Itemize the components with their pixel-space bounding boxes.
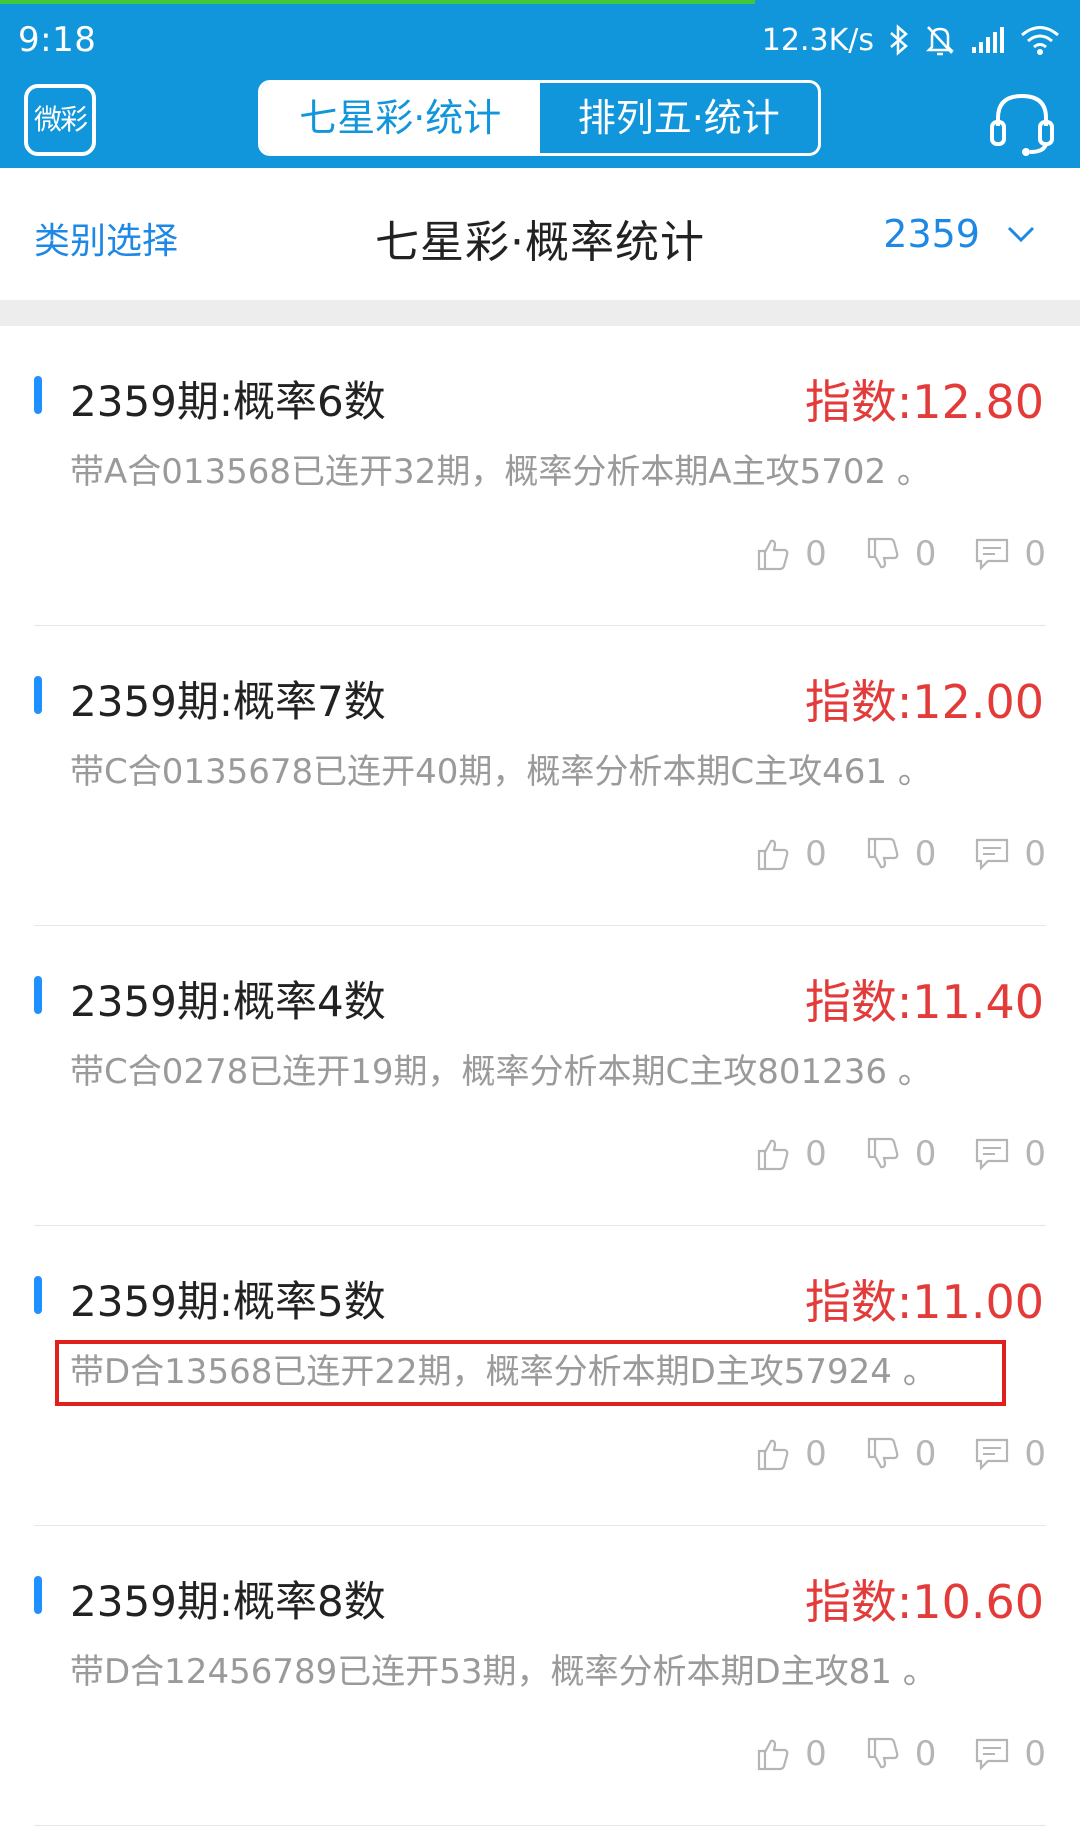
tab-pailiewu-stats[interactable]: 排列五·统计 bbox=[540, 83, 819, 153]
bluetooth-icon bbox=[890, 24, 908, 56]
mute-icon bbox=[925, 26, 955, 56]
thumbs-down-icon bbox=[867, 837, 899, 869]
item-index: 指数:10.60 bbox=[804, 1575, 1044, 1629]
list-item[interactable]: 2359期:概率7数 指数:12.00 带C合0135678已连开40期，概率分… bbox=[0, 626, 1080, 926]
item-accent-bar bbox=[34, 1576, 42, 1614]
comment-button[interactable]: 0 bbox=[974, 534, 1046, 574]
period-value: 2359 bbox=[883, 212, 980, 256]
comment-icon bbox=[976, 538, 1009, 571]
item-actions: 0 0 0 bbox=[755, 1732, 1046, 1776]
comment-button[interactable]: 0 bbox=[974, 1734, 1046, 1774]
tab-qixingcai-stats[interactable]: 七星彩·统计 bbox=[261, 83, 540, 153]
like-button[interactable]: 0 bbox=[755, 834, 827, 874]
comment-button[interactable]: 0 bbox=[974, 834, 1046, 874]
list-item[interactable]: 2359期:概率6数 指数:12.80 带A合013568已连开32期，概率分析… bbox=[0, 326, 1080, 626]
chevron-down-icon bbox=[1007, 226, 1035, 243]
top-header: 9:18 12.3K/s 微彩 七星彩·统计 排列五·统计 bbox=[0, 0, 1080, 168]
dislike-count: 0 bbox=[914, 834, 937, 874]
item-description: 带C合0278已连开19期，概率分析本期C主攻801236 。 bbox=[70, 1052, 932, 1092]
item-index: 指数:12.00 bbox=[804, 675, 1044, 729]
comment-count: 0 bbox=[1024, 1134, 1046, 1174]
item-description: 带D合12456789已连开53期，概率分析本期D主攻81 。 bbox=[70, 1652, 937, 1692]
item-index: 指数:11.40 bbox=[804, 975, 1044, 1029]
highlight-annotation-box bbox=[55, 1340, 1006, 1406]
status-indicators: 12.3K/s bbox=[762, 18, 1060, 62]
thumbs-down-icon bbox=[867, 1737, 899, 1769]
comment-icon bbox=[976, 1438, 1009, 1471]
list-item[interactable]: 2359期:概率4数 指数:11.40 带C合0278已连开19期，概率分析本期… bbox=[0, 926, 1080, 1226]
thumbs-down-icon bbox=[867, 1437, 899, 1469]
like-button[interactable]: 0 bbox=[755, 1734, 827, 1774]
item-index: 指数:11.00 bbox=[804, 1275, 1044, 1329]
net-speed: 12.3K/s bbox=[761, 22, 874, 58]
comment-button[interactable]: 0 bbox=[974, 1434, 1046, 1474]
dislike-button[interactable]: 0 bbox=[865, 534, 937, 574]
dislike-count: 0 bbox=[914, 1734, 937, 1774]
item-accent-bar bbox=[34, 976, 42, 1014]
comment-icon bbox=[976, 1738, 1009, 1771]
comment-count: 0 bbox=[1024, 534, 1046, 574]
item-description: 带C合0135678已连开40期，概率分析本期C主攻461 。 bbox=[70, 752, 932, 792]
status-time: 9:18 bbox=[18, 20, 97, 60]
dislike-count: 0 bbox=[914, 1134, 937, 1174]
item-accent-bar bbox=[34, 676, 42, 714]
dislike-count: 0 bbox=[914, 534, 937, 574]
sub-header: 类别选择 七星彩·概率统计 2359 bbox=[0, 168, 1080, 300]
app-logo[interactable]: 微彩 bbox=[24, 84, 96, 156]
item-actions: 0 0 0 bbox=[755, 1432, 1046, 1476]
like-button[interactable]: 0 bbox=[755, 534, 827, 574]
item-index: 指数:12.80 bbox=[804, 375, 1044, 429]
comment-count: 0 bbox=[1024, 1434, 1046, 1474]
like-button[interactable]: 0 bbox=[755, 1134, 827, 1174]
stats-list: 2359期:概率6数 指数:12.80 带A合013568已连开32期，概率分析… bbox=[0, 326, 1080, 1826]
like-count: 0 bbox=[805, 1734, 827, 1774]
item-title: 2359期:概率7数 bbox=[70, 677, 386, 726]
list-item[interactable]: 2359期:概率8数 指数:10.60 带D合12456789已连开53期，概率… bbox=[0, 1526, 1080, 1826]
item-accent-bar bbox=[34, 1276, 42, 1314]
thumbs-up-icon bbox=[757, 539, 789, 571]
dislike-button[interactable]: 0 bbox=[865, 1734, 937, 1774]
thumbs-up-icon bbox=[757, 1439, 789, 1471]
comment-count: 0 bbox=[1024, 1734, 1046, 1774]
thumbs-up-icon bbox=[757, 839, 789, 871]
item-actions: 0 0 0 bbox=[755, 532, 1046, 576]
dislike-button[interactable]: 0 bbox=[865, 1134, 937, 1174]
thumbs-up-icon bbox=[757, 1139, 789, 1171]
dislike-button[interactable]: 0 bbox=[865, 1434, 937, 1474]
item-actions: 0 0 0 bbox=[755, 1132, 1046, 1176]
status-bar: 9:18 12.3K/s bbox=[0, 4, 1080, 76]
thumbs-down-icon bbox=[867, 1137, 899, 1169]
headset-icon[interactable] bbox=[986, 86, 1058, 158]
like-count: 0 bbox=[805, 834, 827, 874]
dislike-count: 0 bbox=[914, 1434, 937, 1474]
comment-button[interactable]: 0 bbox=[974, 1134, 1046, 1174]
section-separator bbox=[0, 300, 1080, 326]
thumbs-down-icon bbox=[867, 537, 899, 569]
wifi-icon bbox=[1021, 26, 1059, 55]
like-button[interactable]: 0 bbox=[755, 1434, 827, 1474]
like-count: 0 bbox=[805, 534, 827, 574]
thumbs-up-icon bbox=[757, 1739, 789, 1771]
item-title: 2359期:概率4数 bbox=[70, 977, 386, 1026]
item-accent-bar bbox=[34, 376, 42, 414]
comment-count: 0 bbox=[1024, 834, 1046, 874]
item-actions: 0 0 0 bbox=[755, 832, 1046, 876]
dislike-button[interactable]: 0 bbox=[865, 834, 937, 874]
lottery-tab-switch: 七星彩·统计 排列五·统计 bbox=[258, 80, 821, 156]
comment-icon bbox=[976, 838, 1009, 871]
item-title: 2359期:概率5数 bbox=[70, 1277, 386, 1326]
period-select-dropdown[interactable]: 2359 bbox=[883, 212, 1036, 256]
comment-icon bbox=[976, 1138, 1009, 1171]
item-divider bbox=[34, 1825, 1046, 1826]
item-title: 2359期:概率6数 bbox=[70, 377, 386, 426]
top-nav: 微彩 七星彩·统计 排列五·统计 bbox=[0, 76, 1080, 168]
like-count: 0 bbox=[805, 1134, 827, 1174]
signal-icon bbox=[972, 27, 1004, 53]
item-title: 2359期:概率8数 bbox=[70, 1577, 386, 1626]
like-count: 0 bbox=[805, 1434, 827, 1474]
item-description: 带A合013568已连开32期，概率分析本期A主攻5702 。 bbox=[70, 452, 931, 492]
